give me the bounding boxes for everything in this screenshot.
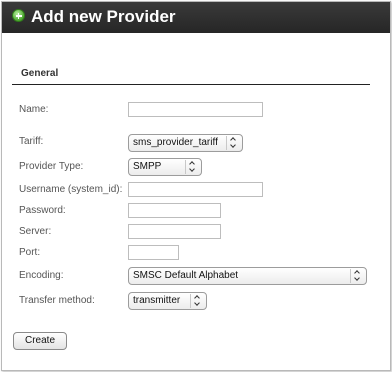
create-button[interactable]: Create <box>13 332 67 350</box>
provider-type-value: SMPP <box>133 161 162 172</box>
server-label: Server: <box>19 226 52 237</box>
password-label: Password: <box>19 205 66 216</box>
provider-type-select[interactable]: SMPP <box>128 158 202 176</box>
encoding-select[interactable]: SMSC Default Alphabet <box>128 267 367 285</box>
port-input[interactable] <box>128 245 179 260</box>
encoding-value: SMSC Default Alphabet <box>133 270 239 281</box>
password-input[interactable] <box>128 203 221 218</box>
name-input[interactable] <box>128 102 263 117</box>
select-arrows-icon <box>185 160 200 174</box>
plus-circle-icon <box>12 9 25 22</box>
transfer-method-label: Transfer method: <box>19 295 95 306</box>
provider-type-label: Provider Type: <box>19 161 84 172</box>
window-title: Add new Provider <box>31 7 176 26</box>
select-arrows-icon <box>190 294 205 308</box>
section-label: General <box>21 68 59 79</box>
tariff-label: Tariff: <box>19 136 44 147</box>
username-input[interactable] <box>128 182 263 197</box>
transfer-method-select[interactable]: transmitter <box>128 292 207 310</box>
server-input[interactable] <box>128 224 221 239</box>
tariff-value: sms_provider_tariff <box>133 137 218 148</box>
tariff-select[interactable]: sms_provider_tariff <box>128 134 243 152</box>
port-label: Port: <box>19 247 41 258</box>
name-label: Name: <box>19 104 49 115</box>
select-arrows-icon <box>226 136 241 150</box>
general-section-header: General <box>12 58 370 85</box>
title-bar: Add new Provider <box>2 2 390 33</box>
add-provider-window: Add new Provider General Name: Tariff: s… <box>1 1 391 371</box>
select-arrows-icon <box>350 269 365 283</box>
transfer-method-value: transmitter <box>133 295 181 306</box>
username-label: Username (system_id): <box>19 184 123 195</box>
encoding-label: Encoding: <box>19 270 64 281</box>
